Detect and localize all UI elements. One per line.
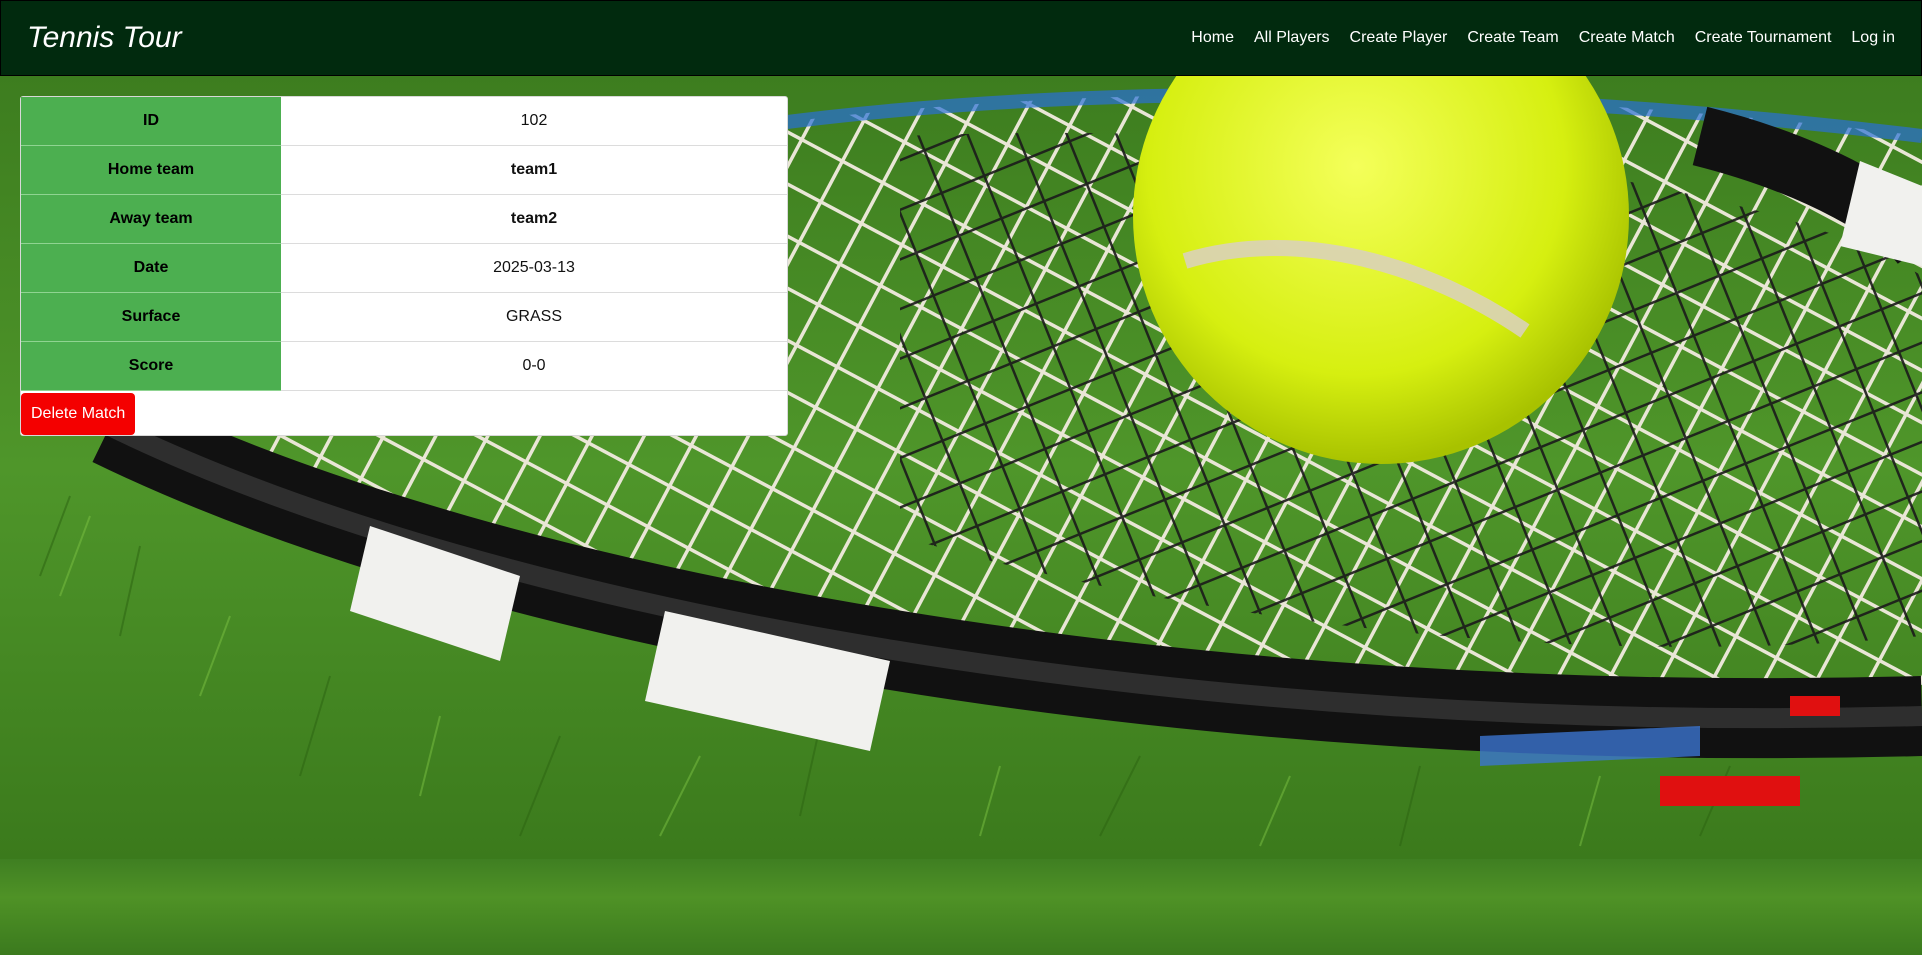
match-row-surface: Surface GRASS — [21, 292, 787, 342]
nav-links: Home All Players Create Player Create Te… — [1191, 27, 1895, 49]
id-value: 102 — [281, 97, 787, 146]
match-details-card: ID 102 Home team team1 Away team team2 D… — [20, 96, 788, 436]
match-row-id: ID 102 — [21, 97, 787, 146]
nav-create-match-link[interactable]: Create Match — [1579, 27, 1675, 49]
away-team-value: team2 — [281, 194, 787, 244]
nav-all-players-link[interactable]: All Players — [1254, 27, 1330, 49]
match-row-score: Score 0-0 — [21, 341, 787, 391]
date-value: 2025-03-13 — [281, 243, 787, 293]
surface-value: GRASS — [281, 292, 787, 342]
score-label: Score — [21, 341, 281, 391]
score-value: 0-0 — [281, 341, 787, 391]
home-team-label: Home team — [21, 145, 281, 195]
nav-create-player-link[interactable]: Create Player — [1350, 27, 1448, 49]
away-team-label: Away team — [21, 194, 281, 244]
delete-match-button[interactable]: Delete Match — [21, 393, 136, 435]
nav-create-team-link[interactable]: Create Team — [1467, 27, 1558, 49]
date-label: Date — [21, 243, 281, 293]
match-row-away-team: Away team team2 — [21, 194, 787, 244]
surface-label: Surface — [21, 292, 281, 342]
nav-create-tournament-link[interactable]: Create Tournament — [1695, 27, 1832, 49]
top-navbar: Tennis Tour Home All Players Create Play… — [0, 0, 1922, 76]
nav-home-link[interactable]: Home — [1191, 27, 1234, 49]
brand-logo-text[interactable]: Tennis Tour — [27, 20, 182, 56]
background-lower-band — [0, 859, 1922, 955]
match-row-date: Date 2025-03-13 — [21, 243, 787, 293]
nav-login-link[interactable]: Log in — [1851, 27, 1895, 49]
home-team-value: team1 — [281, 145, 787, 195]
id-label: ID — [21, 97, 281, 146]
match-details-table: ID 102 Home team team1 Away team team2 D… — [21, 97, 787, 391]
match-row-home-team: Home team team1 — [21, 145, 787, 195]
